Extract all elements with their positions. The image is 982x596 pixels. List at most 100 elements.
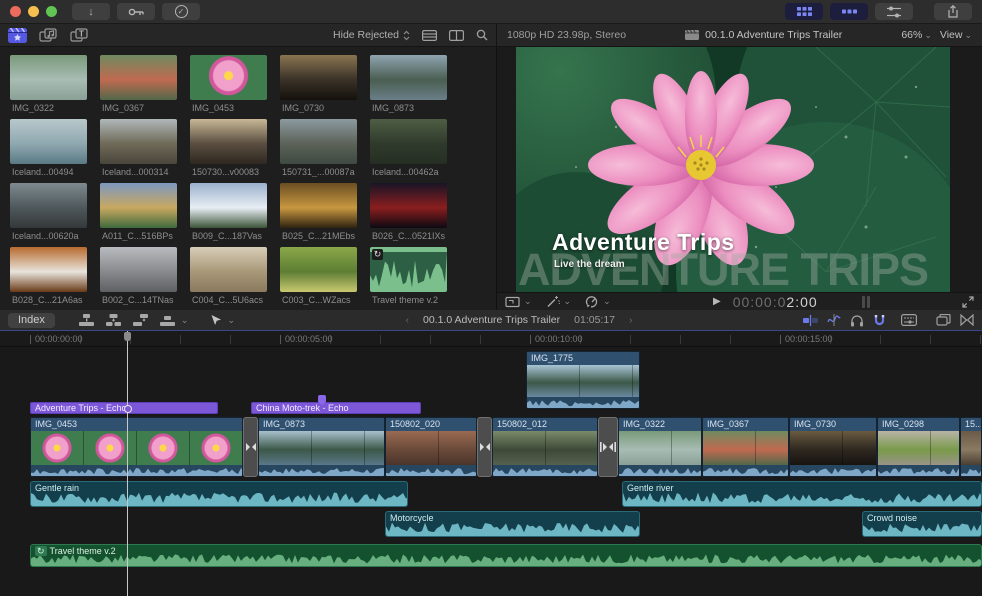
fullscreen-icon[interactable] bbox=[962, 296, 974, 308]
ruler-tick bbox=[430, 335, 431, 344]
video-clip[interactable]: 15... bbox=[960, 417, 982, 477]
close-window-button[interactable] bbox=[10, 6, 21, 17]
browser-clip-thumbnail[interactable]: ↻ bbox=[370, 247, 447, 292]
browser-clip-thumbnail[interactable] bbox=[10, 119, 87, 164]
connect-edit-icon[interactable] bbox=[78, 313, 95, 327]
video-clip[interactable]: 150802_020 bbox=[385, 417, 477, 477]
background-tasks-button[interactable]: ✓ bbox=[162, 3, 200, 20]
transition-clip[interactable] bbox=[243, 417, 258, 477]
snapping-icon[interactable] bbox=[873, 314, 886, 327]
browser-clip-thumbnail[interactable] bbox=[190, 55, 267, 100]
media-browser-icon[interactable] bbox=[8, 28, 27, 43]
transition-clip[interactable] bbox=[598, 417, 618, 477]
video-clip[interactable]: IMG_0322 bbox=[618, 417, 702, 477]
audio-clip[interactable]: Gentle rain bbox=[30, 481, 408, 507]
show-timeline-button[interactable] bbox=[830, 3, 868, 20]
photos-audio-browser-icon[interactable] bbox=[39, 28, 58, 43]
clip-name: Gentle rain bbox=[35, 483, 79, 493]
browser-clip-thumbnail[interactable] bbox=[100, 247, 177, 292]
browser-clip-thumbnail[interactable] bbox=[370, 183, 447, 228]
overwrite-edit-icon[interactable]: ⌄ bbox=[159, 313, 189, 327]
browser-clip-name: B028_C...21A6as bbox=[10, 295, 96, 305]
show-inspector-button[interactable] bbox=[875, 3, 913, 20]
chevron-down-icon: ⌄ bbox=[603, 296, 611, 307]
browser-clip-name: Iceland...000314 bbox=[100, 167, 186, 177]
ruler-timecode-label: 00:00:05:00 bbox=[285, 334, 333, 344]
browser-item: ↻Travel theme v.2 bbox=[370, 247, 460, 305]
browser-clip-thumbnail[interactable] bbox=[190, 183, 267, 228]
video-clip[interactable]: 150802_012 bbox=[492, 417, 598, 477]
import-media-button[interactable]: ↓ bbox=[72, 3, 110, 20]
browser-clip-thumbnail[interactable] bbox=[370, 119, 447, 164]
browser-clip-thumbnail[interactable] bbox=[10, 247, 87, 292]
video-clip[interactable]: IMG_0873 bbox=[258, 417, 385, 477]
video-clip[interactable]: IMG_0453 bbox=[30, 417, 243, 477]
browser-clip-thumbnail[interactable] bbox=[190, 119, 267, 164]
browser-clip-thumbnail[interactable] bbox=[190, 247, 267, 292]
browser-clip-thumbnail[interactable] bbox=[100, 119, 177, 164]
browser-clip-thumbnail[interactable] bbox=[100, 183, 177, 228]
connected-clip[interactable]: IMG_1775 bbox=[526, 351, 640, 409]
browser-clip-thumbnail[interactable] bbox=[280, 183, 357, 228]
clip-appearance-browser-icon[interactable] bbox=[422, 30, 437, 41]
video-title-overlay: Adventure Trips bbox=[552, 229, 735, 256]
trim-feedback-icon[interactable] bbox=[803, 315, 818, 326]
retime-menu-button[interactable]: ⌄ bbox=[585, 295, 611, 308]
precision-editor-icon[interactable] bbox=[960, 314, 974, 326]
previous-project-button[interactable]: ‹ bbox=[405, 314, 409, 326]
audio-skimming-icon[interactable] bbox=[827, 314, 841, 326]
browser-clip-thumbnail[interactable] bbox=[370, 55, 447, 100]
timeline-ruler[interactable]: 00:00:00:0000:00:05:0000:00:10:0000:00:1… bbox=[0, 331, 982, 347]
crop-menu-button[interactable]: ⌄ bbox=[505, 296, 532, 308]
browser-clip-thumbnail[interactable] bbox=[10, 183, 87, 228]
next-project-button[interactable]: › bbox=[629, 314, 633, 326]
browser-clip-thumbnail[interactable] bbox=[280, 247, 357, 292]
tool-selector[interactable]: ⌄ bbox=[210, 314, 235, 327]
video-clip[interactable]: IMG_0367 bbox=[702, 417, 789, 477]
music-clip[interactable]: ↻Travel theme v.2 bbox=[30, 544, 982, 567]
playhead-handle[interactable] bbox=[124, 332, 131, 341]
browser-item: Iceland...000314 bbox=[100, 119, 190, 177]
titles-generators-browser-icon[interactable]: T bbox=[70, 28, 89, 43]
browser-clip-thumbnail[interactable] bbox=[10, 55, 87, 100]
project-duration: 01:05:17 bbox=[574, 314, 615, 326]
search-icon[interactable] bbox=[476, 29, 488, 41]
transition-clip[interactable] bbox=[477, 417, 492, 477]
project-title: 00.1.0 Adventure Trips Trailer bbox=[705, 29, 842, 41]
audio-meters[interactable] bbox=[862, 296, 870, 308]
browser-item: C003_C...WZacs bbox=[280, 247, 370, 305]
append-edit-icon[interactable] bbox=[132, 313, 149, 327]
title-fade-handle[interactable] bbox=[124, 405, 132, 413]
video-clip[interactable]: IMG_0298 bbox=[877, 417, 960, 477]
audio-clip[interactable]: Gentle river bbox=[622, 481, 982, 507]
video-clip[interactable]: IMG_0730 bbox=[789, 417, 877, 477]
filmstrip-view-icon[interactable] bbox=[449, 30, 464, 41]
solo-headphones-icon[interactable] bbox=[850, 314, 864, 327]
effects-menu-button[interactable]: ⌄ bbox=[546, 295, 572, 308]
timeline-history-icon[interactable] bbox=[936, 314, 951, 326]
magic-wand-icon bbox=[546, 295, 560, 308]
svg-text:T: T bbox=[79, 29, 84, 38]
keyword-editor-button[interactable] bbox=[117, 3, 155, 20]
insert-edit-icon[interactable] bbox=[105, 313, 122, 327]
share-button[interactable] bbox=[934, 3, 972, 20]
browser-clip-thumbnail[interactable] bbox=[280, 55, 357, 100]
browser-clip-thumbnail[interactable] bbox=[100, 55, 177, 100]
timeline-index-button[interactable]: Index bbox=[8, 313, 55, 328]
audio-clip[interactable]: Motorcycle bbox=[385, 511, 640, 537]
title-clip[interactable]: China Moto-trek - Echo bbox=[251, 402, 421, 414]
pane-headers: T Hide Rejected 1080p HD 23.98p, Stereo … bbox=[0, 24, 982, 47]
minimize-window-button[interactable] bbox=[28, 6, 39, 17]
browser-grid: IMG_0322IMG_0367IMG_0453IMG_0730IMG_0873… bbox=[0, 47, 496, 305]
clip-appearance-icon[interactable] bbox=[901, 314, 917, 326]
play-button[interactable]: ▶ bbox=[713, 296, 721, 307]
show-browser-button[interactable] bbox=[785, 3, 823, 20]
viewer-zoom-dropdown[interactable]: 66%⌄ bbox=[901, 29, 932, 41]
ruler-tick bbox=[630, 335, 631, 344]
zoom-window-button[interactable] bbox=[46, 6, 57, 17]
audio-clip[interactable]: Crowd noise bbox=[862, 511, 982, 537]
playhead[interactable] bbox=[127, 331, 128, 596]
browser-clip-thumbnail[interactable] bbox=[280, 119, 357, 164]
viewer-view-dropdown[interactable]: View⌄ bbox=[940, 29, 972, 41]
filter-dropdown[interactable]: Hide Rejected bbox=[333, 29, 410, 41]
